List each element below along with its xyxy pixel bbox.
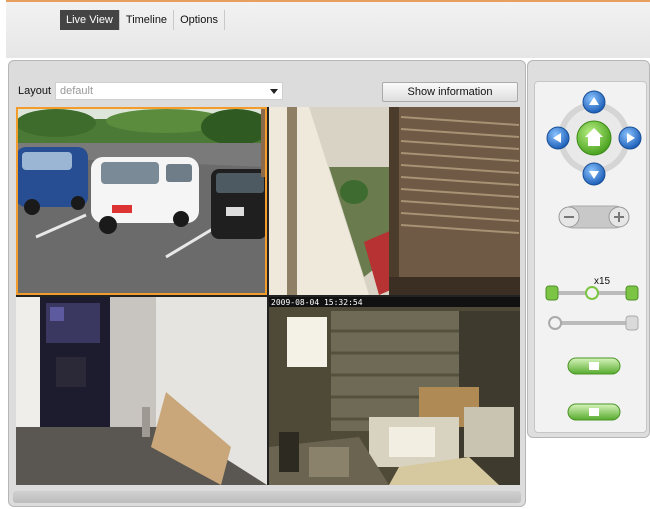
pan-down-icon[interactable] xyxy=(582,162,606,186)
zoom-level-label: x15 xyxy=(594,276,611,287)
camera-timestamp: 2009-08-04 15:32:54 xyxy=(271,298,363,307)
pan-right-icon[interactable] xyxy=(618,126,642,150)
parking-lot-image xyxy=(16,107,267,295)
zoom-in-icon[interactable] xyxy=(608,206,630,228)
entrance-door-image xyxy=(269,107,520,295)
camera-grid: 2009-08-04 15:32:54 xyxy=(16,107,520,485)
pan-left-icon[interactable] xyxy=(546,126,570,150)
live-view-panel: Layout default Show information 2009-08-… xyxy=(8,60,526,507)
focus-slider-handle[interactable] xyxy=(548,316,563,330)
zoom-out-icon[interactable] xyxy=(558,206,580,228)
show-information-button[interactable]: Show information xyxy=(382,82,518,102)
tab-live-view[interactable]: Live View xyxy=(60,10,120,30)
zoom-slider-handle[interactable] xyxy=(585,286,599,300)
layout-select-value: default xyxy=(60,85,94,97)
camera-view-garage-storage[interactable]: 2009-08-04 15:32:54 xyxy=(269,297,520,485)
top-toolbar: Live View Timeline Options xyxy=(6,0,650,58)
camera-view-parking-lot[interactable] xyxy=(16,107,267,295)
bottom-scrollbar[interactable] xyxy=(13,491,521,503)
ptz-controls: x15 xyxy=(534,81,647,433)
ptz-controls-graphic xyxy=(545,90,642,421)
record-icon[interactable] xyxy=(567,403,621,421)
camera-view-entrance-door[interactable] xyxy=(269,107,520,295)
layout-label: Layout xyxy=(18,85,52,97)
camera-view-hallway[interactable] xyxy=(16,297,267,485)
pan-up-icon[interactable] xyxy=(582,90,606,114)
zoom-slider[interactable] xyxy=(545,285,639,301)
tab-options[interactable]: Options xyxy=(174,10,225,30)
home-icon[interactable] xyxy=(576,120,612,156)
chevron-down-icon xyxy=(270,89,278,94)
garage-storage-image xyxy=(269,297,520,485)
view-tabs: Live View Timeline Options xyxy=(60,10,225,30)
layout-select[interactable]: default xyxy=(55,82,283,100)
focus-slider[interactable] xyxy=(548,315,639,331)
ptz-control-panel: x15 xyxy=(527,60,650,438)
snapshot-icon[interactable] xyxy=(567,357,621,375)
tab-timeline[interactable]: Timeline xyxy=(120,10,175,30)
hallway-image xyxy=(16,297,267,485)
